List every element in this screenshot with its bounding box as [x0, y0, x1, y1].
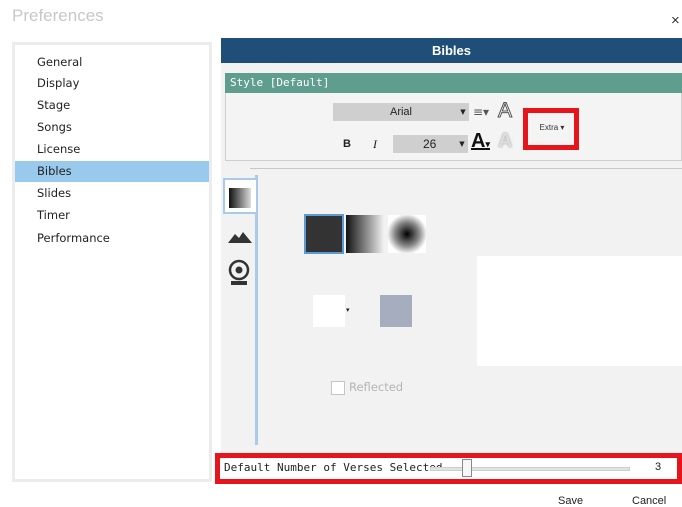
video-icon — [228, 259, 250, 285]
color-picker-swatch[interactable] — [313, 295, 345, 327]
text-outline-icon[interactable]: A — [498, 99, 518, 123]
tab-gradient[interactable] — [223, 178, 256, 214]
verses-label: Default Number of Verses Selected — [224, 461, 443, 474]
font-family-select[interactable]: Arial — [333, 103, 469, 121]
divider — [250, 168, 682, 169]
chevron-down-icon[interactable]: ▼ — [456, 103, 470, 121]
italic-button[interactable]: I — [368, 136, 382, 152]
chevron-down-icon[interactable]: ▼ — [455, 135, 469, 153]
image-icon — [228, 232, 252, 243]
sidebar-item-performance[interactable]: Performance — [15, 228, 209, 249]
sidebar-item-timer[interactable]: Timer — [15, 205, 209, 226]
tab-video[interactable] — [225, 258, 255, 290]
color-swatch-secondary[interactable] — [380, 295, 412, 327]
slider-thumb[interactable] — [462, 459, 472, 477]
sidebar-item-display[interactable]: Display — [15, 73, 209, 94]
sidebar-item-slides[interactable]: Slides — [15, 183, 209, 204]
panel-title: Bibles — [221, 38, 682, 63]
chevron-down-icon[interactable]: ▾ — [346, 304, 354, 316]
sidebar-item-general[interactable]: General — [15, 52, 209, 73]
verses-value: 3 — [655, 461, 662, 473]
background-preview — [477, 256, 682, 366]
radial-gradient-swatch[interactable] — [388, 215, 426, 253]
save-button[interactable]: Save — [558, 495, 583, 507]
tab-image[interactable] — [225, 222, 255, 250]
extra-button[interactable]: Extra ▾ — [530, 120, 574, 136]
gradient-icon — [229, 188, 251, 208]
close-icon[interactable]: × — [671, 12, 680, 29]
text-align-icon[interactable]: ≡▾ — [473, 103, 493, 121]
tab-strip-border — [255, 175, 258, 445]
linear-gradient-swatch[interactable] — [346, 215, 384, 253]
text-color-icon[interactable]: A▾ — [471, 130, 495, 156]
window-title: Preferences — [12, 6, 104, 25]
style-header[interactable]: Style [Default] — [225, 73, 682, 93]
sidebar-item-license[interactable]: License — [15, 139, 209, 160]
sidebar: General Display Stage Songs License Bibl… — [12, 42, 212, 482]
cancel-button[interactable]: Cancel — [632, 495, 666, 507]
sidebar-item-bibles[interactable]: Bibles — [15, 161, 209, 182]
solid-fill-swatch[interactable] — [304, 214, 344, 254]
verses-slider[interactable] — [430, 467, 630, 471]
sidebar-item-stage[interactable]: Stage — [15, 95, 209, 116]
text-shadow-icon[interactable]: A — [498, 130, 518, 156]
bold-button[interactable]: B — [340, 136, 354, 152]
sidebar-item-songs[interactable]: Songs — [15, 117, 209, 138]
reflected-label: Reflected — [349, 380, 404, 394]
reflected-checkbox[interactable] — [331, 381, 345, 395]
